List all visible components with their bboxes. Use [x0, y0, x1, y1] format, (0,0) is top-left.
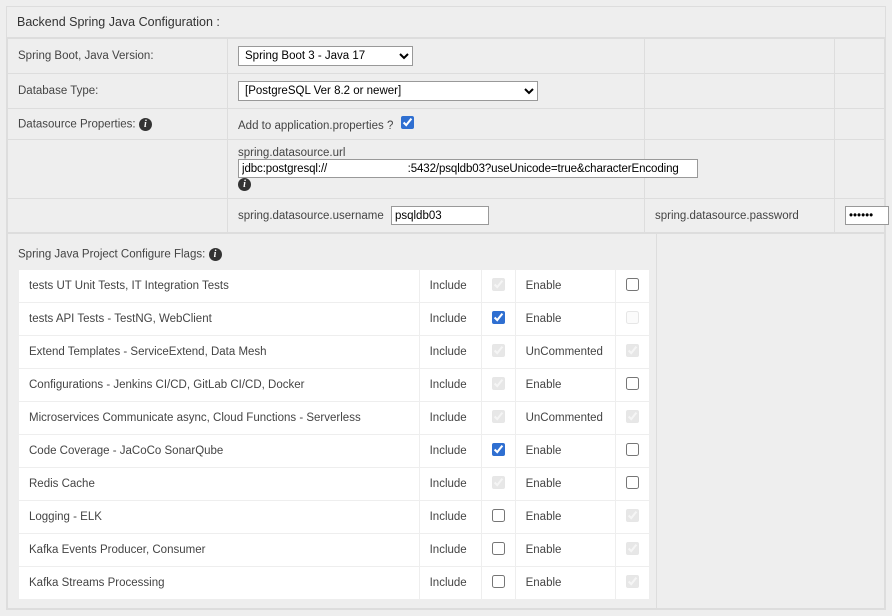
flag-name: tests UT Unit Tests, IT Integration Test… — [19, 270, 420, 303]
select-java-version[interactable]: Spring Boot 3 - Java 17 — [238, 46, 413, 66]
label-enable: Enable — [515, 567, 615, 600]
label-datasource-props: Datasource Properties: i — [8, 109, 228, 140]
label-enable: Enable — [515, 435, 615, 468]
checkbox-add-to-props[interactable] — [401, 116, 414, 129]
label-include: Include — [419, 270, 481, 303]
label-enable: Enable — [515, 369, 615, 402]
checkbox-enable — [626, 542, 639, 555]
label-include: Include — [419, 303, 481, 336]
table-row: Microservices Communicate async, Cloud F… — [19, 402, 650, 435]
label-enable: Enable — [515, 303, 615, 336]
flag-name: Microservices Communicate async, Cloud F… — [19, 402, 420, 435]
flags-header: Spring Java Project Configure Flags: — [18, 249, 205, 261]
label-include: Include — [419, 567, 481, 600]
flag-name: Extend Templates - ServiceExtend, Data M… — [19, 336, 420, 369]
flag-name: Logging - ELK — [19, 501, 420, 534]
label-enable: UnCommented — [515, 402, 615, 435]
table-row: tests UT Unit Tests, IT Integration Test… — [19, 270, 650, 303]
input-datasource-username[interactable] — [391, 206, 489, 225]
flags-section: Spring Java Project Configure Flags: i t… — [7, 233, 885, 609]
label-datasource-username: spring.datasource.username — [238, 210, 384, 222]
config-grid: Spring Boot, Java Version: Spring Boot 3… — [7, 38, 885, 233]
label-include: Include — [419, 435, 481, 468]
label-database-type: Database Type: — [8, 74, 228, 109]
checkbox-include — [492, 476, 505, 489]
label-include: Include — [419, 501, 481, 534]
label-add-to-props: Add to application.properties ? — [238, 120, 393, 132]
checkbox-enable[interactable] — [626, 476, 639, 489]
checkbox-enable — [626, 410, 639, 423]
checkbox-enable[interactable] — [626, 377, 639, 390]
label-enable: UnCommented — [515, 336, 615, 369]
info-icon[interactable]: i — [238, 178, 251, 191]
info-icon[interactable]: i — [209, 248, 222, 261]
checkbox-enable — [626, 311, 639, 324]
checkbox-include[interactable] — [492, 542, 505, 555]
checkbox-include — [492, 377, 505, 390]
checkbox-enable[interactable] — [626, 278, 639, 291]
label-java-version: Spring Boot, Java Version: — [8, 39, 228, 74]
checkbox-enable — [626, 509, 639, 522]
label-include: Include — [419, 402, 481, 435]
checkbox-include[interactable] — [492, 443, 505, 456]
table-row: Code Coverage - JaCoCo SonarQubeInclude E… — [19, 435, 650, 468]
flag-name: Kafka Streams Processing — [19, 567, 420, 600]
table-row: Extend Templates - ServiceExtend, Data M… — [19, 336, 650, 369]
checkbox-include — [492, 344, 505, 357]
input-datasource-password[interactable] — [845, 206, 889, 225]
flag-name: Redis Cache — [19, 468, 420, 501]
flag-name: Code Coverage - JaCoCo SonarQube — [19, 435, 420, 468]
table-row: Redis CacheInclude Enable — [19, 468, 650, 501]
checkbox-include — [492, 278, 505, 291]
table-row: tests API Tests - TestNG, WebClientInclu… — [19, 303, 650, 336]
label-include: Include — [419, 369, 481, 402]
section-title: Backend Spring Java Configuration : — [7, 7, 885, 38]
label-enable: Enable — [515, 270, 615, 303]
table-row: Configurations - Jenkins CI/CD, GitLab C… — [19, 369, 650, 402]
checkbox-include[interactable] — [492, 575, 505, 588]
checkbox-enable[interactable] — [626, 443, 639, 456]
checkbox-include — [492, 410, 505, 423]
flag-name: Kafka Events Producer, Consumer — [19, 534, 420, 567]
checkbox-include[interactable] — [492, 311, 505, 324]
label-include: Include — [419, 468, 481, 501]
table-row: Logging - ELKInclude Enable — [19, 501, 650, 534]
label-datasource-password: spring.datasource.password — [645, 199, 835, 233]
flag-name: tests API Tests - TestNG, WebClient — [19, 303, 420, 336]
select-database-type[interactable]: [PostgreSQL Ver 8.2 or newer] — [238, 81, 538, 101]
config-panel: Backend Spring Java Configuration : Spri… — [6, 6, 886, 610]
checkbox-enable — [626, 575, 639, 588]
label-enable: Enable — [515, 534, 615, 567]
table-row: Kafka Events Producer, ConsumerInclude En… — [19, 534, 650, 567]
label-enable: Enable — [515, 468, 615, 501]
label-include: Include — [419, 534, 481, 567]
label-enable: Enable — [515, 501, 615, 534]
flag-name: Configurations - Jenkins CI/CD, GitLab C… — [19, 369, 420, 402]
flags-table: tests UT Unit Tests, IT Integration Test… — [18, 269, 650, 600]
label-include: Include — [419, 336, 481, 369]
label-datasource-url: spring.datasource.url — [238, 147, 345, 159]
input-datasource-url[interactable] — [238, 159, 698, 178]
checkbox-include[interactable] — [492, 509, 505, 522]
info-icon[interactable]: i — [139, 118, 152, 131]
checkbox-enable — [626, 344, 639, 357]
table-row: Kafka Streams ProcessingInclude Enable — [19, 567, 650, 600]
